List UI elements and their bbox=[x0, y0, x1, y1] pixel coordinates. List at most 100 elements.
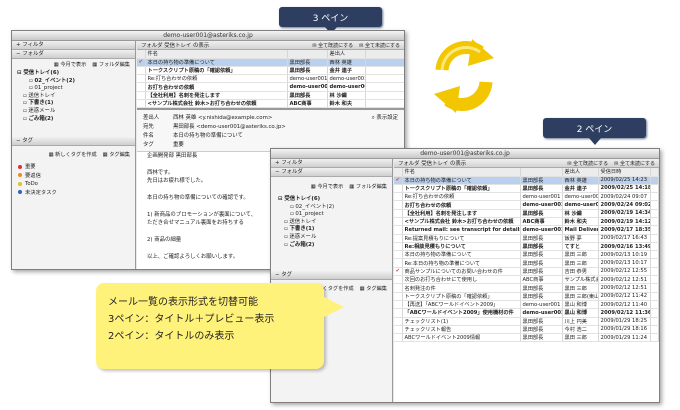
mail-sender: 川上 円美 bbox=[562, 317, 599, 326]
mail-from: 黒田部長 bbox=[520, 234, 563, 243]
new-tag-button[interactable]: ▦ 新しくタグを作成 bbox=[49, 151, 97, 158]
tag-edit-button[interactable]: ▦ タグ編集 bbox=[360, 285, 387, 292]
mail-row[interactable]: トークスクリプト原稿の「確認依頼」黒田部長金井 連子2009/02/25 14:… bbox=[394, 184, 659, 194]
mail-sender: 黒田 三郎 bbox=[562, 258, 599, 268]
col-subject[interactable]: 件名 bbox=[145, 50, 288, 59]
folder-spam[interactable]: ▫ 迷惑メール bbox=[278, 234, 392, 242]
col-icon[interactable] bbox=[394, 168, 403, 177]
mark-unread-button[interactable]: ✉ 全て未読にする bbox=[614, 160, 655, 167]
folder-inbox[interactable]: ⊟ 受信トレイ(6) bbox=[17, 70, 135, 78]
mail-from: demo-user001 bbox=[520, 200, 563, 210]
tag-important[interactable]: 重要 bbox=[12, 163, 135, 172]
col-icon[interactable] bbox=[137, 50, 146, 59]
mail-row[interactable]: ✔本日の持ち物の準備について黒田部長西林 英雄2009/02/25 14:23 bbox=[137, 58, 404, 67]
tag-todo[interactable]: ToDo bbox=[12, 180, 135, 189]
tag-reply[interactable]: 要返信 bbox=[12, 172, 135, 181]
mail-row[interactable]: 【全社利用】名刺を発注します黒田部長林 沙織2009/02/19 14:34 bbox=[394, 209, 659, 219]
mail-date: 2009/01/29 18:16 bbox=[598, 325, 651, 335]
attach-cell bbox=[650, 192, 659, 202]
status-icon bbox=[394, 258, 403, 268]
mail-row[interactable]: 本日の持ち物の準備について 黒田部長 黒田 三郎 2009/02/13 10:19 bbox=[394, 250, 659, 260]
mail-row[interactable]: トークスクリプト原稿の「確認依頼」黒田部長金井 連子2009/02/25 14:… bbox=[137, 66, 404, 76]
from-label: 差出人 bbox=[143, 115, 160, 122]
mail-row[interactable]: 「ABCワールドイベント2009」使用機材の件 demo-user001 黒山 和博… bbox=[394, 308, 659, 318]
attach-cell bbox=[650, 283, 659, 293]
label-2pane: 2 ペイン bbox=[543, 118, 646, 145]
col-blank[interactable] bbox=[365, 50, 404, 59]
mail-row[interactable]: 次回のお打ち合わせにて使用しABC商事サンプル株式会社2009/02/12 12… bbox=[394, 275, 659, 285]
tag-header[interactable]: − タグ bbox=[271, 271, 392, 281]
mail-row[interactable]: トークスクリプト原稿の「確認依頼」 黒田部長 黒田 三郎(東山) 2009/02/12… bbox=[394, 292, 659, 301]
folder-spam[interactable]: ▫ 迷惑メール bbox=[17, 108, 135, 116]
today-button[interactable]: ▦ 今月で表示 bbox=[54, 61, 87, 68]
mail-subject: チェックリスト報告 bbox=[402, 325, 521, 335]
status-icon: ✔ bbox=[394, 176, 403, 185]
tag-pending[interactable]: 未決定タスク bbox=[12, 189, 135, 198]
col-attach[interactable] bbox=[650, 168, 659, 177]
mail-row[interactable]: Re:相談見積もりについて 黒田部長 てすと 2009/02/16 13:49 bbox=[394, 242, 659, 252]
col-sender[interactable]: 差出人 bbox=[562, 168, 599, 177]
folder-header[interactable]: − フォルダ bbox=[271, 168, 392, 177]
mail-row[interactable]: ABCワールドイベント2009情報 黒田部長 黒田 三郎 2009/01/29 11:… bbox=[394, 333, 659, 343]
mail-sender: 黒田 三郎 bbox=[562, 250, 599, 260]
mail-date: 2009/02/12 11:36 bbox=[598, 308, 651, 318]
display-settings-button[interactable]: ⌕ 表示設定 bbox=[372, 113, 398, 122]
attach-cell bbox=[650, 250, 659, 260]
attach-cell bbox=[650, 217, 659, 227]
mail-row[interactable]: Re:提案見積もりについて 黒田部長 飯野 夢 2009/02/17 16:43 bbox=[394, 234, 659, 243]
mail-row[interactable]: <サンプル株式会社 鈴木>お打ち合わせの依頼ABC商事鈴木 和夫2009/02/… bbox=[394, 217, 659, 227]
mail-row[interactable]: Re:打ち合わせの依頼demo-user001demo-user0012009/… bbox=[137, 74, 404, 84]
col-date[interactable]: 受信日時 bbox=[598, 168, 651, 177]
col-sender[interactable]: 差出人 bbox=[327, 50, 366, 59]
mail-row[interactable]: お打ち合わせの依頼demo-user001demo-user0012009/02… bbox=[137, 82, 404, 92]
folder-header[interactable]: − フォルダ bbox=[12, 50, 135, 59]
mail-row[interactable]: 名刺発注の件 黒田部長 黒田 三郎 2009/02/12 12:51 bbox=[394, 283, 659, 293]
mark-unread-button[interactable]: ✉ 全て未読にする bbox=[359, 42, 400, 49]
mail-row[interactable]: ✔ 商品サンプルについてのお問い合わせの件 黒田部長 吉田 恭男 2009/02/12 … bbox=[394, 267, 659, 277]
tag-header[interactable]: − タグ bbox=[12, 137, 135, 147]
folder-event[interactable]: ▫ 02_イベント(2) bbox=[17, 78, 135, 86]
status-icon bbox=[394, 192, 403, 202]
mail-row[interactable]: Re:打ち合わせの依頼demo-user001demo-user0012009/… bbox=[394, 192, 659, 202]
folder-trash[interactable]: ▫ ごみ箱(2) bbox=[17, 116, 135, 124]
col-subject[interactable]: 件名 bbox=[402, 168, 521, 177]
mail-row[interactable]: お打ち合わせの依頼demo-user001demo-user0012009/02… bbox=[394, 200, 659, 210]
col-from[interactable] bbox=[520, 168, 563, 177]
folder-inbox[interactable]: ⊟ 受信トレイ(6) bbox=[278, 196, 392, 204]
folder-project[interactable]: ▫ 01_project bbox=[17, 85, 135, 93]
mark-read-button[interactable]: ✉ 全て既読にする bbox=[312, 42, 353, 49]
attach-cell bbox=[650, 300, 659, 310]
mail-from: 黒田部長 bbox=[520, 267, 563, 277]
mail-subject: 商品サンプルについてのお問い合わせの件 bbox=[402, 267, 521, 277]
today-button[interactable]: ▦ 今月で表示 bbox=[311, 183, 344, 190]
filter-header[interactable]: + フィルタ bbox=[12, 41, 135, 50]
mail-row[interactable]: <サンプル株式会社 鈴木>お打ち合わせの依頼ABC商事鈴木 和夫2009/02/… bbox=[137, 99, 404, 109]
mail-row[interactable]: Re:本日の持ち物の準備について 黒田部長 黒田 三郎 2009/02/13 10:1… bbox=[394, 258, 659, 268]
folder-event[interactable]: ▫ 02_イベント(2) bbox=[278, 204, 392, 212]
folder-edit-button[interactable]: ▦ フォルダ編集 bbox=[92, 61, 130, 68]
mail-row[interactable]: チェックリスト報告 黒田部長 今村 浩二 2009/01/29 18:16 bbox=[394, 325, 659, 335]
preview-subject: 本日の持ち物の準備について bbox=[173, 133, 243, 140]
folder-trash[interactable]: ▫ ごみ箱(2) bbox=[278, 242, 392, 250]
mail-row[interactable]: 【再送】「ABCワールドイベント2009」 demo-user001 黒山 和博 20… bbox=[394, 300, 659, 310]
mail-row[interactable]: ✔本日の持ち物の準備について黒田部長西林 英雄2009/02/25 14:23 bbox=[394, 176, 659, 185]
tag-edit-button[interactable]: ▦ タグ編集 bbox=[103, 151, 130, 158]
mail-sender: てすと bbox=[562, 242, 599, 252]
mail-date: 2009/01/29 18:25 bbox=[598, 317, 651, 326]
switch-arrows-icon bbox=[434, 39, 494, 113]
mail-sender: サンプル株式会社 bbox=[562, 275, 599, 285]
mail-row[interactable]: チェックリスト(1) 黒田部長 川上 円美 2009/01/29 18:25 bbox=[394, 317, 659, 326]
folder-drafts[interactable]: ▫ 下書き(1) bbox=[278, 226, 392, 234]
mail-sender: 金井 連子 bbox=[562, 184, 599, 194]
col-from[interactable] bbox=[287, 50, 328, 59]
mail-row[interactable]: Returned mail: see transcript for detail… bbox=[394, 225, 659, 235]
folder-drafts[interactable]: ▫ 下書き(1) bbox=[17, 100, 135, 108]
folder-edit-button[interactable]: ▦ フォルダ編集 bbox=[349, 183, 387, 190]
attach-cell bbox=[650, 267, 659, 277]
mail-sender: 黒山 和博 bbox=[562, 308, 599, 318]
mail-from: demo-user001 bbox=[287, 74, 328, 84]
filter-header[interactable]: + フィルタ bbox=[271, 159, 392, 168]
mail-row[interactable]: 【全社利用】名刺を発注します黒田部長林 沙織2009/02/19 14:34 bbox=[137, 91, 404, 101]
folder-project[interactable]: ▫ 01_project bbox=[278, 211, 392, 219]
mark-read-button[interactable]: ✉ 全て既読にする bbox=[567, 160, 608, 167]
